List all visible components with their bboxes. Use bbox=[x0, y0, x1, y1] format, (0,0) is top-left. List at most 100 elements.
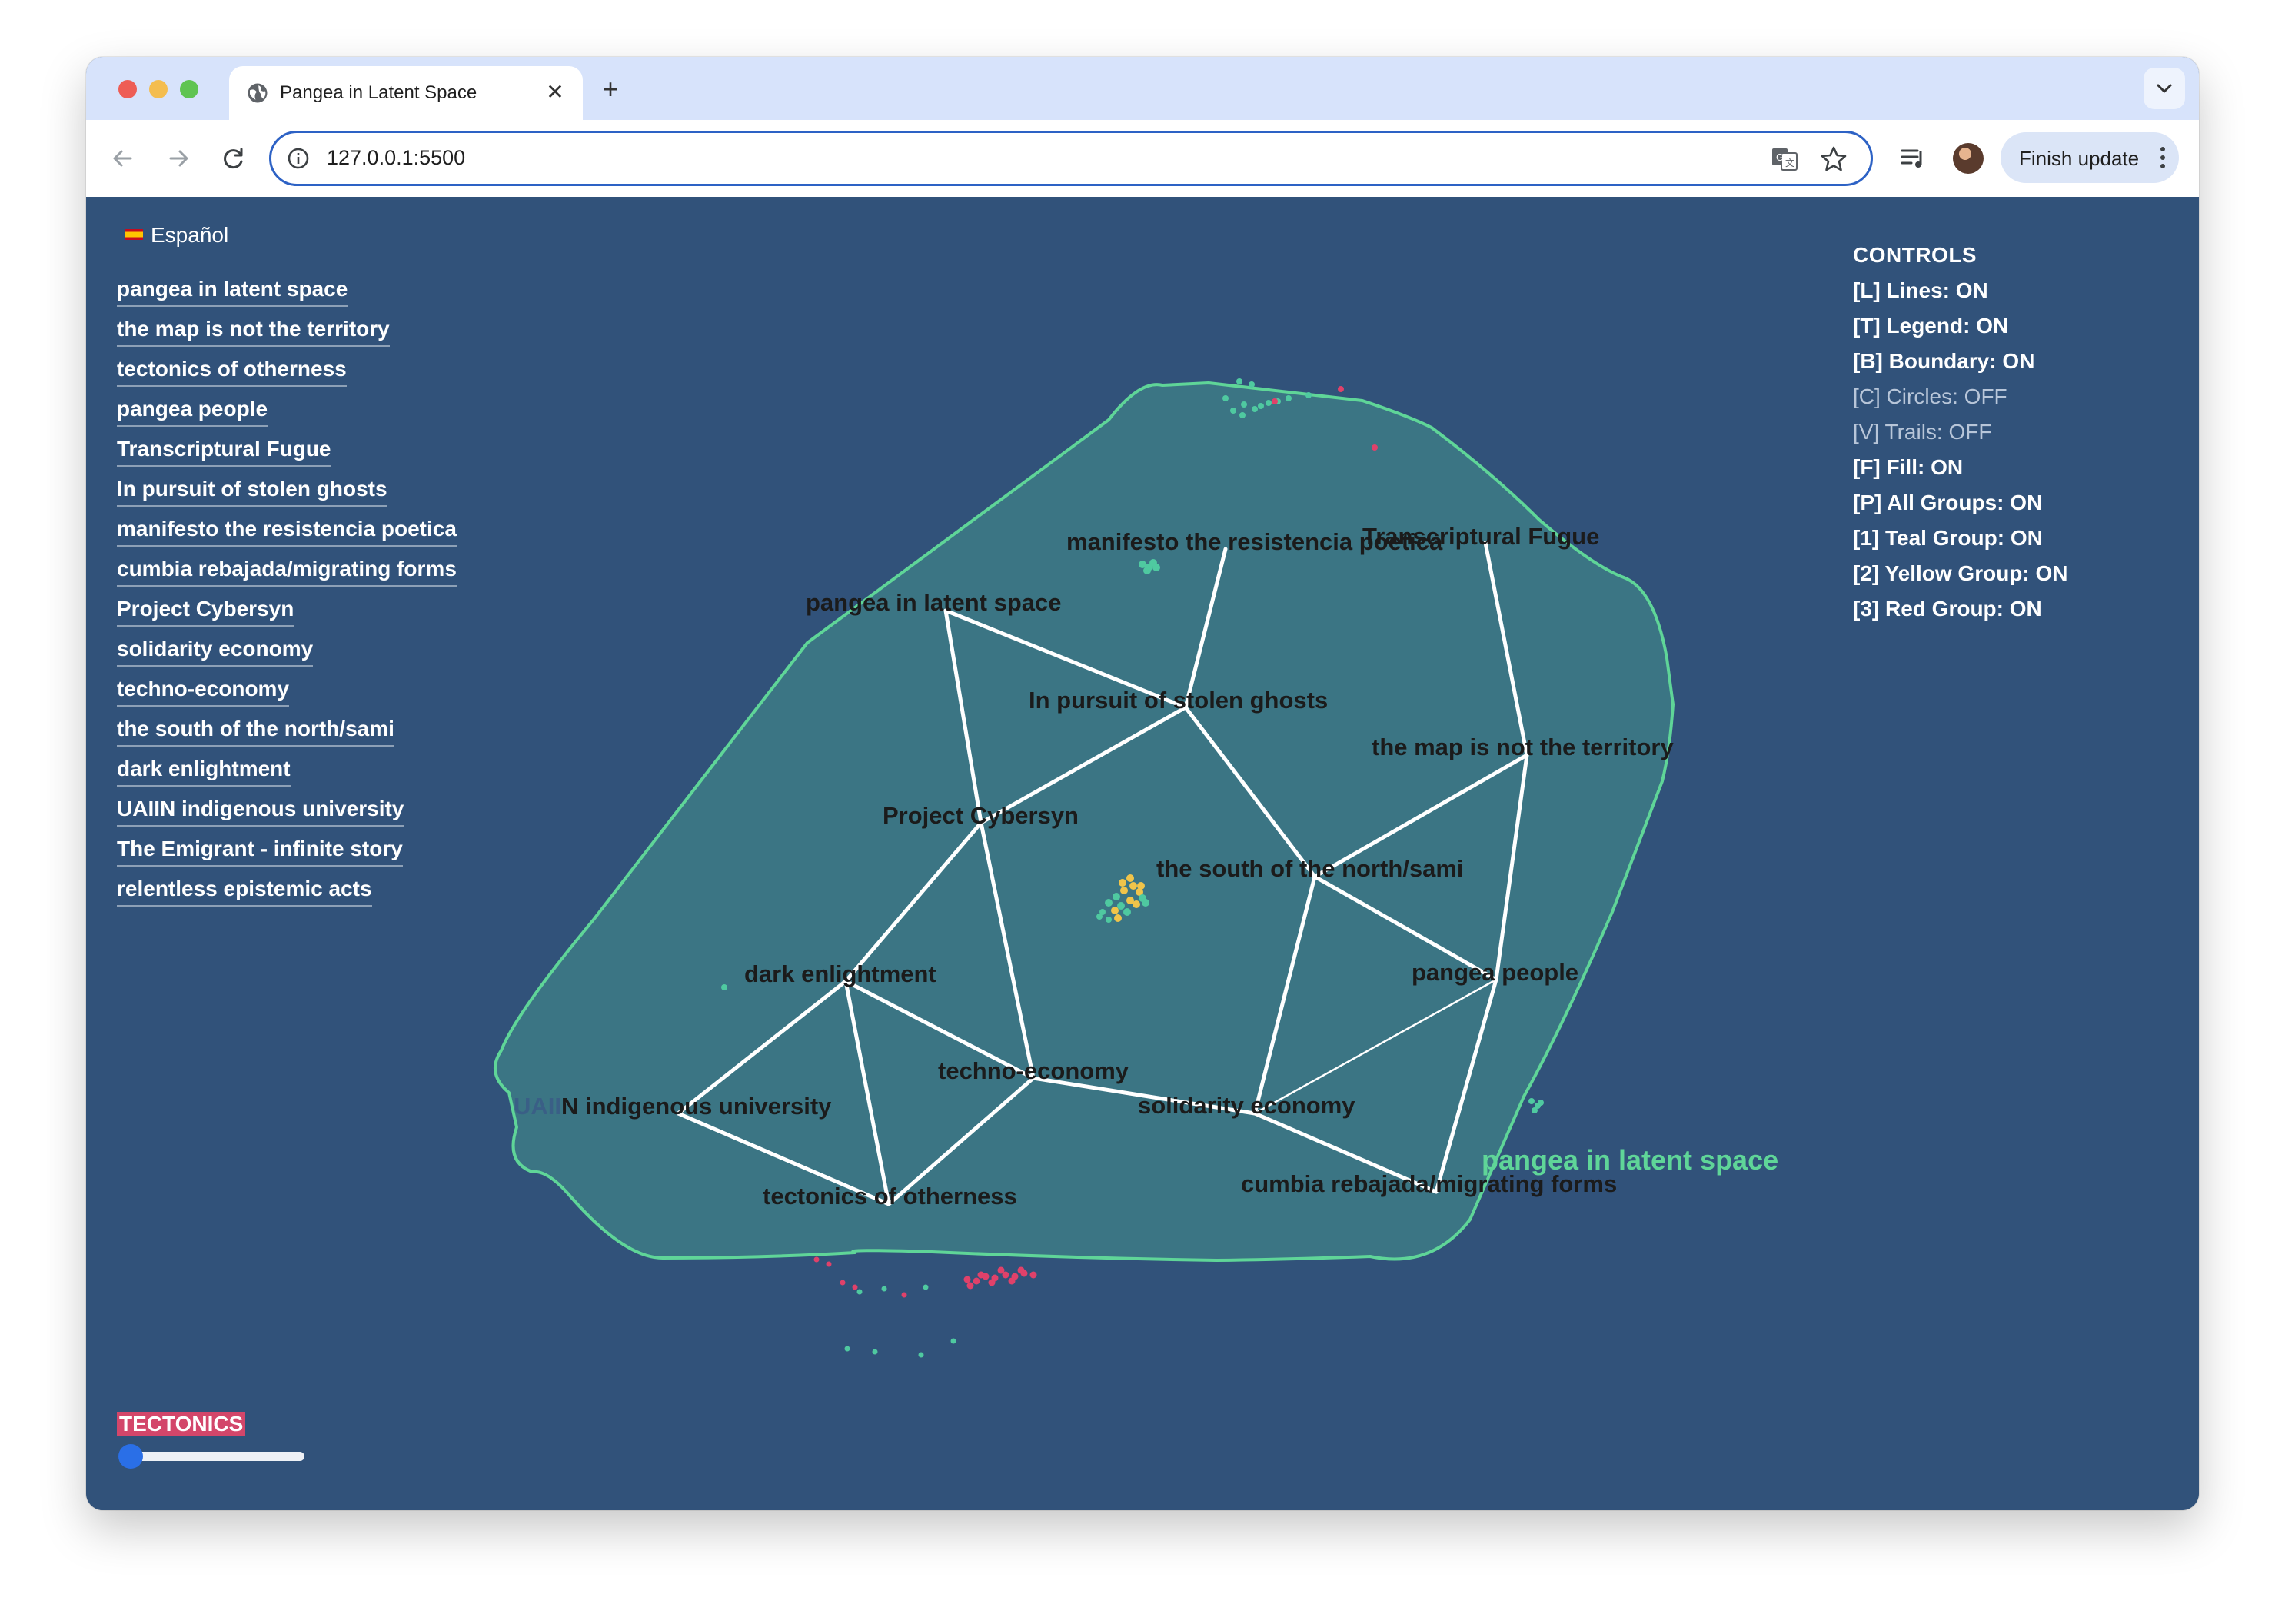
nav-link[interactable]: cumbia rebajada/migrating forms bbox=[117, 557, 457, 587]
teal-point bbox=[1152, 564, 1160, 571]
nav-link[interactable]: manifesto the resistencia poetica bbox=[117, 517, 457, 547]
teal-point bbox=[1143, 567, 1151, 574]
yellow-point bbox=[1137, 882, 1145, 890]
node-label-ghosts[interactable]: In pursuit of stolen ghosts bbox=[1029, 687, 1328, 714]
maximize-window-button[interactable] bbox=[180, 80, 198, 98]
translate-icon[interactable]: G 文 bbox=[1769, 144, 1800, 175]
red-point bbox=[1029, 1271, 1037, 1279]
nav-link[interactable]: The Emigrant - infinite story bbox=[117, 837, 403, 867]
nav-link[interactable]: dark enlightment bbox=[117, 757, 291, 787]
node-label-fugue[interactable]: Transcriptural Fugue bbox=[1362, 523, 1599, 550]
boundary-label: pangea in latent space bbox=[1482, 1144, 1778, 1176]
tab-title: Pangea in Latent Space bbox=[280, 82, 477, 103]
tectonics-slider[interactable] bbox=[118, 1444, 304, 1469]
yellow-point bbox=[1114, 914, 1122, 922]
language-toggle[interactable]: Español bbox=[125, 223, 228, 248]
svg-text:文: 文 bbox=[1785, 157, 1794, 168]
yellow-point bbox=[1133, 900, 1140, 908]
teal-point bbox=[844, 1346, 850, 1352]
nav-link[interactable]: solidarity economy bbox=[117, 637, 314, 667]
nav-link[interactable]: In pursuit of stolen ghosts bbox=[117, 477, 387, 507]
site-info-icon[interactable] bbox=[285, 145, 311, 171]
teal-point bbox=[1266, 400, 1272, 406]
nav-link[interactable]: pangea people bbox=[117, 397, 268, 427]
nav-link[interactable]: techno-economy bbox=[117, 677, 290, 707]
nav-link[interactable]: the map is not the territory bbox=[117, 317, 390, 347]
back-button[interactable] bbox=[105, 140, 141, 177]
red-point bbox=[1017, 1266, 1025, 1274]
nav-link[interactable]: Project Cybersyn bbox=[117, 597, 294, 627]
node-label-pangea[interactable]: pangea in latent space bbox=[806, 589, 1062, 616]
teal-point bbox=[918, 1352, 924, 1358]
nav-link[interactable]: the south of the north/sami bbox=[117, 717, 394, 747]
tab-pangea[interactable]: Pangea in Latent Space ✕ bbox=[229, 66, 583, 120]
node-label-map[interactable]: the map is not the territory bbox=[1372, 734, 1674, 760]
control-item: [T] Legend: ON bbox=[1853, 314, 2009, 338]
tectonics-slider-thumb[interactable] bbox=[118, 1444, 143, 1469]
teal-point bbox=[1239, 412, 1246, 418]
node-label-uaiin[interactable]: UAIIN indigenous university bbox=[514, 1093, 832, 1120]
nav-link[interactable]: tectonics of otherness bbox=[117, 357, 347, 387]
profile-avatar[interactable] bbox=[1953, 143, 1984, 174]
node-label-cybersyn[interactable]: Project Cybersyn bbox=[883, 802, 1079, 829]
node-label-south[interactable]: the south of the north/sami bbox=[1156, 855, 1464, 882]
node-label-techno[interactable]: techno-economy bbox=[938, 1057, 1129, 1084]
forward-button[interactable] bbox=[160, 140, 197, 177]
tab-strip: Pangea in Latent Space ✕ + bbox=[86, 57, 2199, 120]
teal-point bbox=[1230, 408, 1236, 414]
media-controls-icon[interactable] bbox=[1894, 140, 1931, 177]
minimize-window-button[interactable] bbox=[149, 80, 168, 98]
tab-search-button[interactable] bbox=[2144, 68, 2185, 109]
control-item: [3] Red Group: ON bbox=[1853, 597, 2042, 621]
teal-point bbox=[721, 984, 727, 990]
tectonics-label: TECTONICS bbox=[117, 1412, 246, 1436]
more-menu-icon[interactable] bbox=[2159, 145, 2167, 171]
yellow-point bbox=[1126, 874, 1134, 882]
teal-point bbox=[1241, 401, 1247, 408]
control-item: [2] Yellow Group: ON bbox=[1853, 561, 2068, 585]
browser-window: Pangea in Latent Space ✕ + 127.0.0.1:550… bbox=[86, 57, 2199, 1510]
nav-link[interactable]: UAIIN indigenous university bbox=[117, 797, 404, 827]
teal-point bbox=[1142, 899, 1149, 907]
red-point bbox=[813, 1256, 820, 1263]
teal-point bbox=[1252, 406, 1258, 412]
red-point bbox=[1372, 444, 1378, 451]
red-point bbox=[973, 1277, 980, 1285]
nav-link[interactable]: relentless epistemic acts bbox=[117, 877, 372, 907]
teal-point bbox=[1538, 1100, 1544, 1106]
node-label-tectonics[interactable]: tectonics of otherness bbox=[763, 1183, 1017, 1210]
new-tab-button[interactable]: + bbox=[594, 72, 627, 106]
control-item: [V] Trails: OFF bbox=[1853, 420, 1992, 444]
controls-title: CONTROLS bbox=[1853, 243, 1977, 267]
finish-update-label: Finish update bbox=[2019, 147, 2140, 170]
svg-text:G: G bbox=[1776, 151, 1784, 163]
address-bar[interactable]: 127.0.0.1:5500 G 文 bbox=[269, 131, 1873, 186]
control-item: [C] Circles: OFF bbox=[1853, 384, 2007, 408]
red-point bbox=[988, 1279, 996, 1286]
red-point bbox=[852, 1284, 858, 1290]
close-window-button[interactable] bbox=[118, 80, 137, 98]
teal-point bbox=[1123, 908, 1131, 916]
node-label-solidarity[interactable]: solidarity economy bbox=[1138, 1092, 1355, 1119]
nav-link[interactable]: pangea in latent space bbox=[117, 277, 348, 307]
control-item: [B] Boundary: ON bbox=[1853, 349, 2035, 373]
teal-point bbox=[856, 1289, 863, 1295]
tab-close-icon[interactable]: ✕ bbox=[541, 77, 569, 108]
red-point bbox=[963, 1276, 971, 1283]
finish-update-button[interactable]: Finish update bbox=[2001, 132, 2179, 183]
red-point bbox=[1338, 386, 1344, 392]
teal-point bbox=[950, 1338, 956, 1344]
globe-icon bbox=[248, 83, 268, 103]
bookmark-star-icon[interactable] bbox=[1818, 144, 1849, 175]
browser-toolbar: 127.0.0.1:5500 G 文 Finish update bbox=[86, 120, 2199, 198]
teal-point bbox=[1105, 899, 1113, 907]
red-point bbox=[977, 1271, 985, 1279]
node-label-people[interactable]: pangea people bbox=[1412, 959, 1578, 986]
chevron-down-icon bbox=[2157, 84, 2172, 93]
red-point bbox=[826, 1261, 832, 1267]
red-point bbox=[901, 1292, 907, 1298]
node-label-dark[interactable]: dark enlightment bbox=[744, 960, 936, 987]
reload-button[interactable] bbox=[215, 140, 252, 177]
yellow-point bbox=[1119, 879, 1126, 887]
nav-link[interactable]: Transcriptural Fugue bbox=[117, 437, 331, 467]
